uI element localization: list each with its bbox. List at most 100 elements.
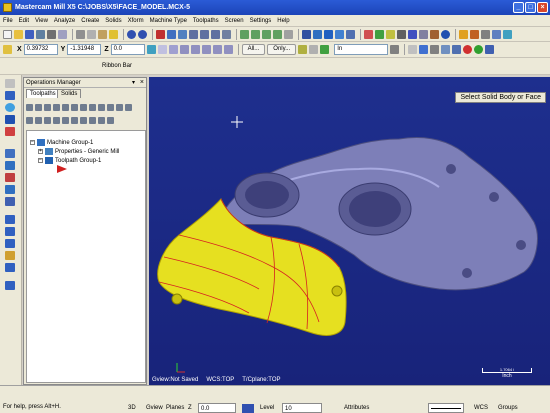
scroll-icon[interactable] [53, 117, 60, 124]
surface-tool-icon[interactable] [5, 215, 15, 224]
menu-analyze[interactable]: Analyze [54, 18, 75, 24]
close-button[interactable]: × [537, 2, 548, 13]
post-icon[interactable] [397, 29, 406, 39]
undo-icon[interactable] [127, 29, 136, 39]
join-tool-icon[interactable] [5, 185, 15, 194]
save-icon[interactable] [25, 29, 34, 39]
offset-tool-icon[interactable] [5, 197, 15, 206]
collapse-icon[interactable]: − [38, 158, 43, 163]
filter-icon[interactable] [98, 117, 105, 124]
wireframe-icon[interactable] [302, 29, 311, 39]
fit-icon[interactable] [167, 29, 176, 39]
paste-icon[interactable] [98, 29, 107, 39]
help-selection-icon[interactable] [485, 45, 495, 54]
globe-icon[interactable] [441, 29, 450, 39]
gview-front-icon[interactable] [251, 29, 260, 39]
simulate-ops-icon[interactable] [80, 104, 87, 111]
single-icon[interactable] [62, 117, 69, 124]
gview-top-icon[interactable] [240, 29, 249, 39]
delete-icon[interactable] [156, 29, 165, 39]
analyze-icon[interactable] [430, 29, 439, 39]
select-only-button[interactable]: Only... [267, 44, 297, 55]
gview-iso-icon[interactable] [273, 29, 282, 39]
translucent-icon[interactable] [324, 29, 333, 39]
select-back-icon[interactable] [441, 45, 451, 54]
tab-toolpaths[interactable]: Toolpaths [26, 89, 60, 98]
verify-ops-icon[interactable] [71, 104, 78, 111]
menu-xform[interactable]: Xform [128, 18, 144, 24]
chain-icon[interactable] [298, 45, 308, 54]
zoom-in-icon[interactable] [200, 29, 209, 39]
spline-tool-icon[interactable] [5, 149, 15, 158]
autocursor-icon[interactable] [3, 45, 12, 54]
menu-toolpaths[interactable]: Toolpaths [193, 18, 219, 24]
expand-icon[interactable] [71, 117, 78, 124]
insert-arrow[interactable] [57, 165, 69, 173]
color-swatch[interactable] [242, 404, 254, 413]
maximize-button[interactable]: □ [525, 2, 536, 13]
save-as-icon[interactable] [36, 29, 45, 39]
line-tool-icon[interactable] [5, 91, 15, 100]
end-selection-icon[interactable] [474, 45, 484, 54]
regen-selected-icon[interactable] [44, 104, 51, 111]
intersect-icon[interactable] [223, 45, 233, 54]
groups-button[interactable]: Groups [498, 403, 518, 413]
menu-view[interactable]: View [35, 18, 48, 24]
select-dirty-ops-icon[interactable] [35, 104, 42, 111]
copy-icon[interactable] [87, 29, 96, 39]
tree-toolpath-group[interactable]: − Toolpath Group-1 [38, 157, 101, 164]
lock-icon[interactable] [146, 45, 156, 54]
tree-machine-group[interactable]: − Machine Group-1 [30, 139, 93, 146]
print-icon[interactable] [47, 29, 56, 39]
new-file-icon[interactable] [3, 29, 12, 39]
move-down-icon[interactable] [26, 117, 33, 124]
tool-manager-icon[interactable] [408, 29, 417, 39]
insert-arrow-icon[interactable] [44, 117, 51, 124]
menu-file[interactable]: File [3, 18, 13, 24]
window-select-icon[interactable] [309, 45, 319, 54]
expand-icon[interactable]: + [38, 149, 43, 154]
menu-screen[interactable]: Screen [225, 18, 244, 24]
planes-button[interactable]: Planes [166, 403, 184, 413]
open-file-icon[interactable] [14, 29, 23, 39]
help-ops-icon[interactable] [107, 117, 114, 124]
mirror-tool-icon[interactable] [5, 281, 15, 290]
rotate-icon[interactable] [284, 29, 293, 39]
collapse-icon[interactable]: − [30, 140, 35, 145]
tree-properties[interactable]: + Properties - Generic Mill [38, 148, 119, 155]
z-field[interactable]: 0.0 [110, 44, 145, 55]
verify-icon[interactable] [375, 29, 384, 39]
regen-dirty-icon[interactable] [53, 104, 60, 111]
fillet-tool-icon[interactable] [5, 115, 15, 124]
dropdown-arrow-icon[interactable] [390, 45, 400, 54]
collapse-icon[interactable] [80, 117, 87, 124]
zoom-window-icon[interactable] [189, 29, 198, 39]
select-all-ops-icon[interactable] [26, 104, 33, 111]
point-icon[interactable] [179, 45, 189, 54]
select-face-icon[interactable] [419, 45, 429, 54]
menu-create[interactable]: Create [81, 18, 99, 24]
solid-tool-icon[interactable] [5, 227, 15, 236]
toggle-posting-icon[interactable] [89, 117, 96, 124]
toggle-display-icon[interactable] [125, 104, 132, 111]
regen-icon[interactable] [386, 29, 395, 39]
minimize-button[interactable]: _ [513, 2, 524, 13]
zoom-selected-icon[interactable] [222, 29, 231, 39]
attributes-button[interactable]: Attributes [344, 403, 369, 413]
pin-icon[interactable]: ▾ [132, 78, 135, 88]
trim-tool-icon[interactable] [5, 161, 15, 170]
dimension-tool-icon[interactable] [5, 251, 15, 260]
repaint-icon[interactable] [178, 29, 187, 39]
cancel-selection-icon[interactable] [463, 45, 473, 54]
fastpoint-icon[interactable] [157, 45, 167, 54]
tab-solids[interactable]: Solids [57, 89, 82, 98]
select-body-icon[interactable] [408, 45, 418, 54]
z-depth-field[interactable]: 0.0 [198, 403, 236, 413]
rectangle-tool-icon[interactable] [5, 127, 15, 136]
menu-solids[interactable]: Solids [105, 18, 121, 24]
menu-settings[interactable]: Settings [250, 18, 272, 24]
point-tool-icon[interactable] [5, 79, 15, 88]
endpoint-icon[interactable] [201, 45, 211, 54]
select-edge-icon[interactable] [430, 45, 440, 54]
zoom-out-icon[interactable] [211, 29, 220, 39]
